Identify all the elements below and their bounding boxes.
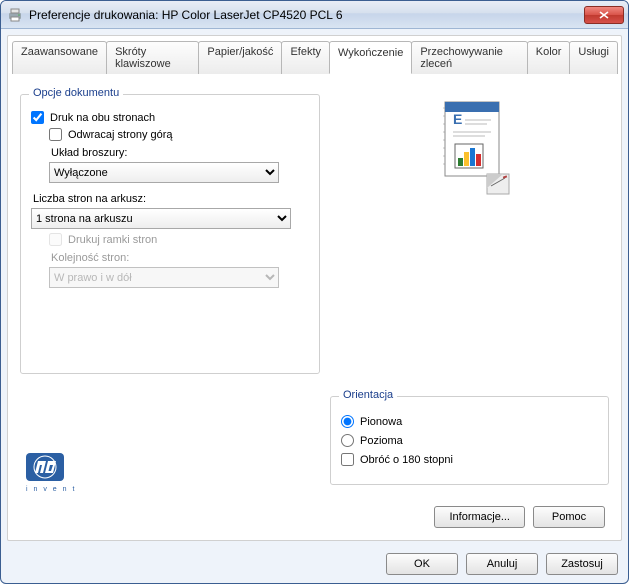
help-button[interactable]: Pomoc	[533, 506, 605, 528]
booklet-layout-label: Układ broszury:	[51, 147, 309, 159]
tab-color[interactable]: Kolor	[527, 41, 571, 74]
tab-finishing[interactable]: Wykończenie	[329, 41, 412, 74]
window-title: Preferencje drukowania: HP Color LaserJe…	[29, 8, 584, 22]
print-preferences-window: Preferencje drukowania: HP Color LaserJe…	[0, 0, 629, 584]
page-order-select: W prawo i w dół	[49, 267, 279, 288]
hp-logo-icon: i n v e n t	[26, 453, 76, 493]
hp-tagline: i n v e n t	[26, 486, 76, 493]
tab-effects[interactable]: Efekty	[281, 41, 330, 74]
orientation-portrait-label: Pionowa	[360, 416, 402, 428]
hp-logo: i n v e n t	[26, 453, 76, 496]
print-both-sides-input[interactable]	[31, 111, 44, 124]
printer-icon	[7, 7, 23, 23]
close-icon	[599, 11, 609, 19]
tab-shortcuts[interactable]: Skróty klawiszowe	[106, 41, 199, 74]
orientation-portrait-input[interactable]	[341, 415, 354, 428]
rotate-180-checkbox[interactable]: Obróć o 180 stopni	[341, 453, 598, 466]
rotate-180-label: Obróć o 180 stopni	[360, 454, 453, 466]
right-column: E Orientacja	[330, 86, 609, 530]
client-area: Zaawansowane Skróty klawiszowe Papier/ja…	[7, 35, 622, 541]
document-options-legend: Opcje dokumentu	[29, 87, 123, 99]
tab-body-finishing: Opcje dokumentu Druk na obu stronach Odw…	[12, 74, 617, 534]
flip-pages-up-input[interactable]	[49, 128, 62, 141]
rotate-180-input[interactable]	[341, 453, 354, 466]
cancel-button[interactable]: Anuluj	[466, 553, 538, 575]
print-both-sides-checkbox[interactable]: Druk na obu stronach	[31, 111, 309, 124]
about-button[interactable]: Informacje...	[434, 506, 525, 528]
document-options-group: Opcje dokumentu Druk na obu stronach Odw…	[20, 94, 320, 374]
orientation-legend: Orientacja	[339, 389, 397, 401]
flip-pages-up-checkbox[interactable]: Odwracaj strony górą	[49, 128, 309, 141]
pages-per-sheet-select[interactable]: 1 strona na arkuszu	[31, 208, 291, 229]
tab-services[interactable]: Usługi	[569, 41, 618, 74]
titlebar: Preferencje drukowania: HP Color LaserJe…	[1, 1, 628, 29]
orientation-landscape-input[interactable]	[341, 434, 354, 447]
print-page-borders-checkbox: Drukuj ramki stron	[49, 233, 309, 246]
flip-pages-up-label: Odwracaj strony górą	[68, 129, 173, 141]
orientation-landscape-label: Pozioma	[360, 435, 403, 447]
apply-button[interactable]: Zastosuj	[546, 553, 618, 575]
orientation-group: Orientacja Pionowa Pozioma Obróć o 180 s…	[330, 396, 609, 485]
booklet-layout-select[interactable]: Wyłączone	[49, 162, 279, 183]
orientation-landscape-radio[interactable]: Pozioma	[341, 434, 598, 447]
ok-button[interactable]: OK	[386, 553, 458, 575]
svg-text:E: E	[453, 111, 462, 127]
close-button[interactable]	[584, 6, 624, 24]
tab-paper-quality[interactable]: Papier/jakość	[198, 41, 282, 74]
dialog-button-row: OK Anuluj Zastosuj	[1, 547, 628, 583]
print-page-borders-input	[49, 233, 62, 246]
orientation-portrait-radio[interactable]: Pionowa	[341, 415, 598, 428]
inner-button-row: Informacje... Pomoc	[434, 506, 605, 528]
print-both-sides-label: Druk na obu stronach	[50, 112, 155, 124]
tab-advanced[interactable]: Zaawansowane	[12, 41, 107, 74]
print-page-borders-label: Drukuj ramki stron	[68, 234, 157, 246]
pages-per-sheet-label: Liczba stron na arkusz:	[33, 193, 309, 205]
page-order-label: Kolejność stron:	[51, 252, 309, 264]
tab-job-storage[interactable]: Przechowywanie zleceń	[411, 41, 527, 74]
page-preview-image: E	[425, 96, 515, 196]
tab-strip: Zaawansowane Skróty klawiszowe Papier/ja…	[12, 40, 617, 74]
